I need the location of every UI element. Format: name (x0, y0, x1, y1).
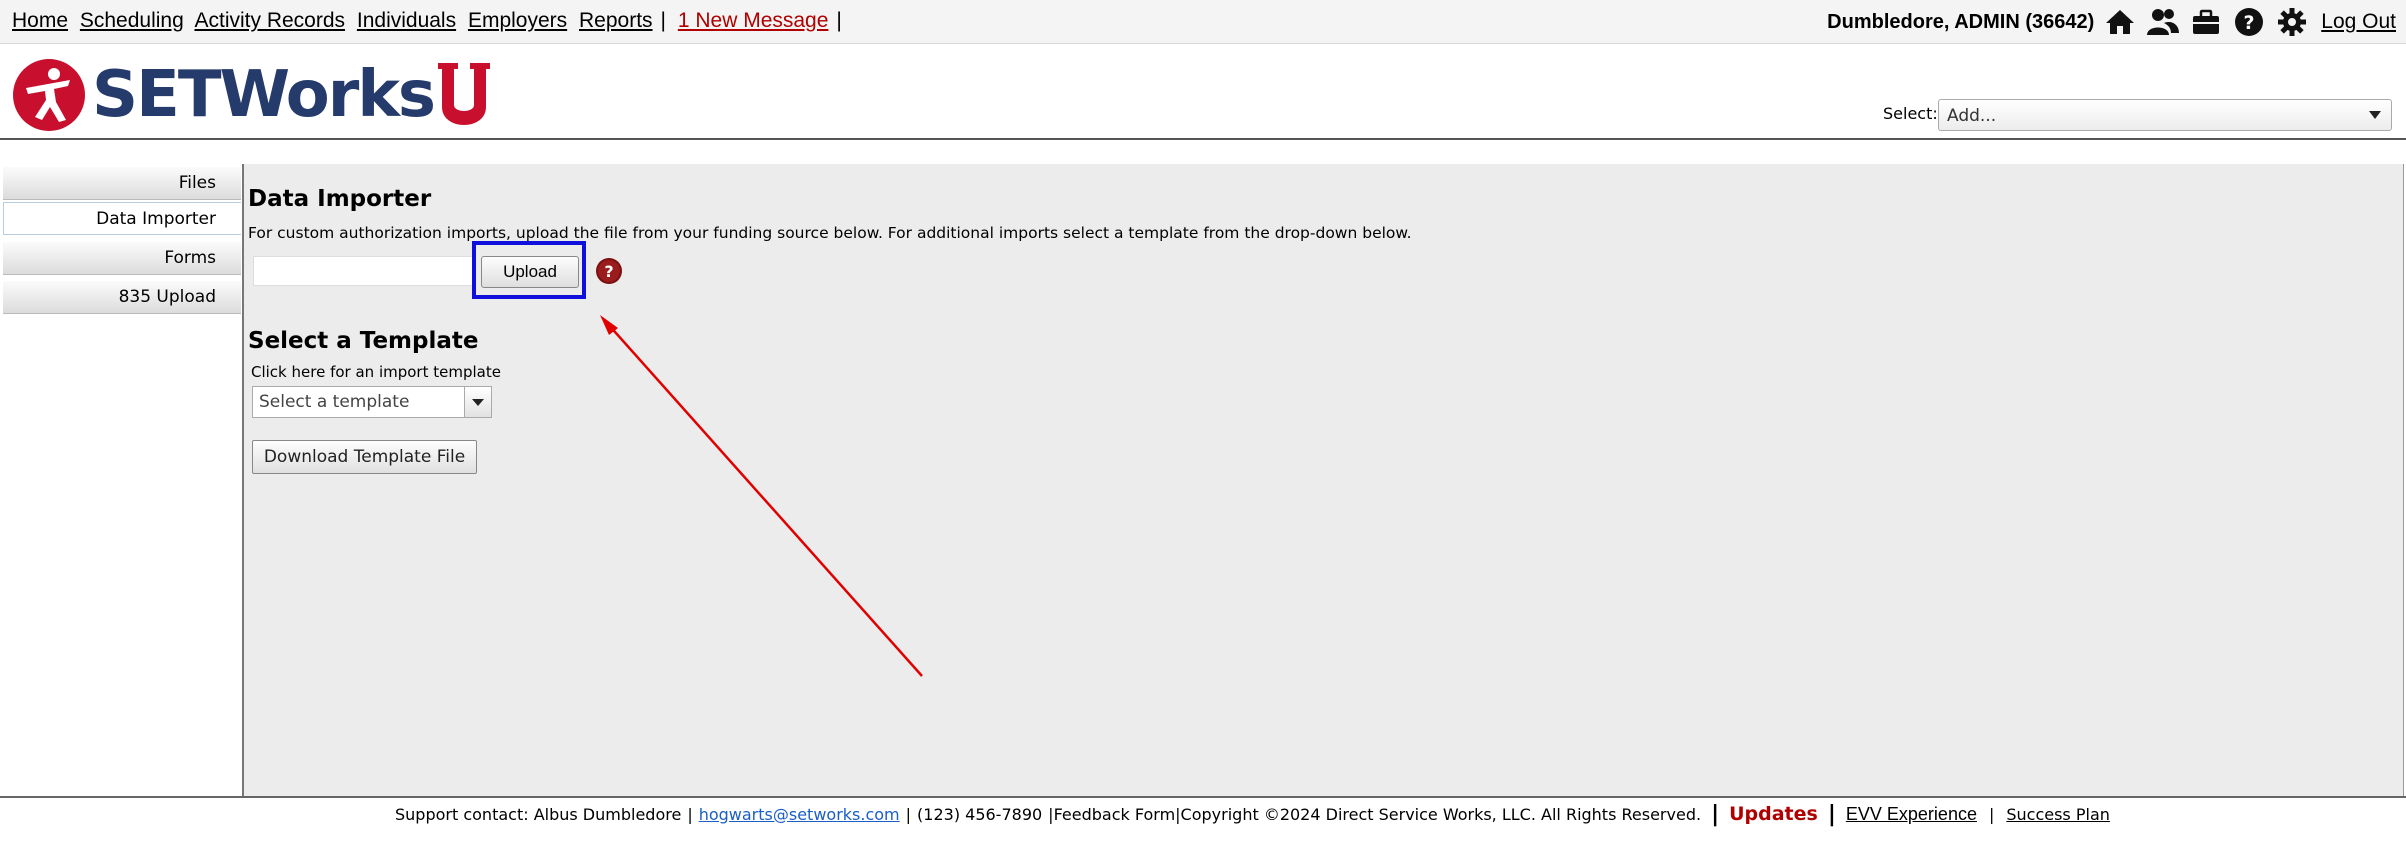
logo-runner-icon (13, 59, 85, 131)
new-message-link[interactable]: 1 New Message (678, 9, 829, 32)
chevron-down-icon (472, 399, 484, 406)
sidebar-item-forms[interactable]: Forms (3, 242, 241, 275)
nav-activity-records-link[interactable]: Activity Records (194, 9, 345, 32)
logout-link[interactable]: Log Out (2321, 10, 2396, 34)
upload-highlight-box (472, 241, 586, 299)
nav-home-link[interactable]: Home (12, 9, 68, 32)
footer-content: Support contact: Albus Dumbledore | hogw… (395, 801, 2110, 827)
nav-scheduling-link[interactable]: Scheduling (80, 9, 184, 32)
briefcase-icon[interactable] (2190, 6, 2222, 38)
template-hint: Click here for an import template (251, 363, 501, 381)
help-icon[interactable]: ? (595, 257, 623, 285)
evv-experience-link[interactable]: EVV Experience (1846, 804, 1977, 825)
success-plan-link[interactable]: Success Plan (2006, 805, 2110, 824)
footer: Support contact: Albus Dumbledore | hogw… (0, 796, 2406, 844)
sidebar-item-835-upload[interactable]: 835 Upload (3, 281, 241, 314)
importer-description: For custom authorization imports, upload… (248, 224, 1412, 242)
help-icon[interactable]: ? (2233, 6, 2265, 38)
template-select[interactable]: Select a template (252, 386, 492, 418)
user-area: Dumbledore, ADMIN (36642) ? Log Out (1827, 6, 2396, 38)
people-icon[interactable] (2147, 6, 2180, 38)
header: SETWorks Select: Add... (0, 44, 2406, 140)
support-phone: (123) 456-7890 (917, 804, 1043, 824)
chevron-down-icon (2369, 111, 2381, 119)
gear-icon[interactable] (2276, 6, 2308, 38)
download-template-button[interactable]: Download Template File (252, 440, 477, 474)
logo-text: SETWorks (92, 58, 436, 132)
main-content: Data Importer For custom authorization i… (244, 164, 2404, 796)
home-icon[interactable] (2104, 6, 2136, 38)
file-input[interactable] (253, 256, 473, 286)
template-select-placeholder: Select a template (259, 392, 410, 412)
template-section-title: Select a Template (248, 328, 479, 354)
user-name: Dumbledore, ADMIN (36642) (1827, 10, 2095, 33)
top-nav-bar: Home Scheduling Activity Records Individ… (0, 0, 2406, 44)
add-select-dropdown[interactable]: Add... (1938, 99, 2392, 131)
logo-u-icon (437, 63, 490, 125)
updates-link[interactable]: Updates (1729, 803, 1818, 825)
nav-separator: | (836, 9, 842, 32)
add-select-value: Add... (1947, 106, 1997, 126)
svg-text:?: ? (604, 262, 613, 281)
nav-separator: | (660, 9, 666, 32)
nav-links: Home Scheduling Activity Records Individ… (12, 9, 848, 33)
support-email-link[interactable]: hogwarts@setworks.com (699, 805, 900, 824)
template-dropdown-button[interactable] (464, 387, 491, 417)
nav-reports-link[interactable]: Reports (579, 9, 653, 32)
sidebar-item-data-importer[interactable]: Data Importer (3, 202, 241, 235)
nav-employers-link[interactable]: Employers (468, 9, 567, 32)
feedback-form-link[interactable]: Feedback Form (1054, 805, 1176, 824)
svg-text:?: ? (2244, 12, 2255, 34)
nav-individuals-link[interactable]: Individuals (357, 9, 456, 32)
support-contact: Support contact: Albus Dumbledore (395, 804, 682, 824)
setworks-logo[interactable]: SETWorks (12, 59, 492, 131)
copyright-text: Copyright ©2024 Direct Service Works, LL… (1180, 804, 1702, 824)
select-label: Select: (1883, 104, 1938, 123)
sidebar-item-files[interactable]: Files (3, 167, 241, 200)
sidebar: Files Data Importer Forms 835 Upload (0, 164, 244, 796)
page-title: Data Importer (248, 186, 432, 212)
